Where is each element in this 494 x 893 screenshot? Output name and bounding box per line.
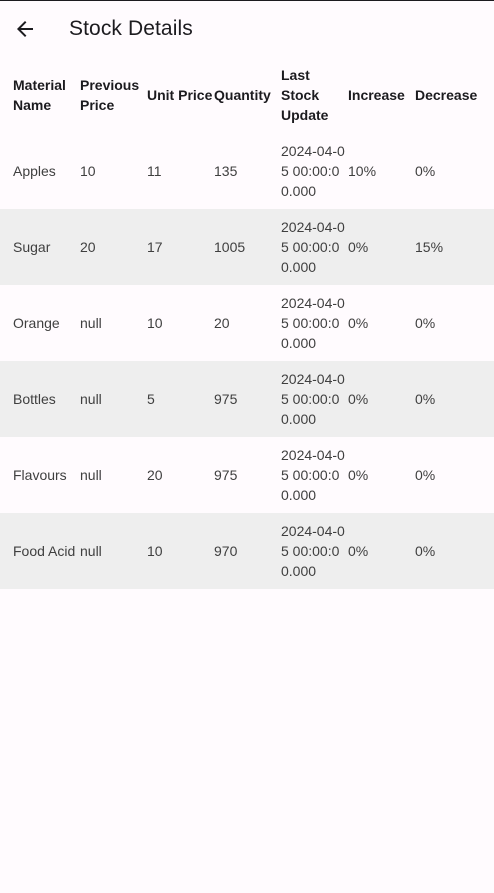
cell-previous-price: 10 [80, 163, 96, 179]
cell-last-stock-update: 2024-04-05 00:00:00.000 [281, 447, 345, 503]
cell-unit-price: 20 [147, 467, 163, 483]
cell-increase: 10% [348, 163, 377, 179]
cell-previous-price: null [80, 543, 102, 559]
cell-material-name: Flavours [13, 467, 67, 483]
column-header-last-stock-update[interactable]: Last Stock Update [281, 57, 348, 133]
cell-material-name: Orange [13, 315, 60, 331]
cell-increase: 0% [348, 543, 369, 559]
cell-increase: 0% [348, 467, 369, 483]
table-row[interactable]: Food Acid null 10 970 2024-04-05 00:00:0… [0, 513, 494, 589]
cell-previous-price: null [80, 467, 102, 483]
cell-increase: 0% [348, 315, 369, 331]
cell-last-stock-update: 2024-04-05 00:00:00.000 [281, 371, 345, 427]
back-button[interactable] [1, 5, 49, 53]
cell-material-name: Sugar [13, 239, 51, 255]
cell-unit-price: 10 [147, 543, 163, 559]
cell-last-stock-update: 2024-04-05 00:00:00.000 [281, 219, 345, 275]
cell-increase: 0% [348, 239, 369, 255]
cell-previous-price: null [80, 391, 102, 407]
app-bar: Stock Details [0, 1, 494, 57]
cell-decrease: 0% [415, 467, 436, 483]
column-header-increase[interactable]: Increase [348, 57, 415, 133]
cell-material-name: Apples [13, 163, 56, 179]
cell-quantity: 1005 [214, 239, 246, 255]
cell-unit-price: 11 [147, 163, 162, 179]
cell-unit-price: 17 [147, 239, 163, 255]
cell-previous-price: null [80, 315, 102, 331]
cell-material-name: Bottles [13, 391, 56, 407]
column-header-quantity[interactable]: Quantity [214, 57, 281, 133]
cell-quantity: 970 [214, 543, 238, 559]
cell-increase: 0% [348, 391, 369, 407]
table-row[interactable]: Apples 10 11 135 2024-04-05 00:00:00.000… [0, 133, 494, 209]
cell-quantity: 20 [214, 315, 230, 331]
arrow-back-icon [13, 17, 37, 41]
cell-last-stock-update: 2024-04-05 00:00:00.000 [281, 523, 345, 579]
column-header-material-name[interactable]: Material Name [13, 57, 80, 133]
cell-unit-price: 10 [147, 315, 163, 331]
table-row[interactable]: Orange null 10 20 2024-04-05 00:00:00.00… [0, 285, 494, 361]
cell-last-stock-update: 2024-04-05 00:00:00.000 [281, 143, 345, 199]
cell-unit-price: 5 [147, 391, 155, 407]
cell-decrease: 0% [415, 391, 436, 407]
page-title: Stock Details [69, 17, 193, 40]
table-row[interactable]: Flavours null 20 975 2024-04-05 00:00:00… [0, 437, 494, 513]
cell-decrease: 15% [415, 239, 444, 255]
cell-last-stock-update: 2024-04-05 00:00:00.000 [281, 295, 345, 351]
column-header-previous-price[interactable]: Previous Price [80, 57, 147, 133]
cell-previous-price: 20 [80, 239, 96, 255]
table-row[interactable]: Bottles null 5 975 2024-04-05 00:00:00.0… [0, 361, 494, 437]
cell-decrease: 0% [415, 163, 436, 179]
cell-quantity: 135 [214, 163, 238, 179]
table-row[interactable]: Sugar 20 17 1005 2024-04-05 00:00:00.000… [0, 209, 494, 285]
stock-table: Material Name Previous Price Unit Price … [0, 57, 494, 589]
cell-decrease: 0% [415, 543, 436, 559]
table-header-row: Material Name Previous Price Unit Price … [0, 57, 494, 133]
cell-decrease: 0% [415, 315, 436, 331]
cell-quantity: 975 [214, 391, 238, 407]
column-header-decrease[interactable]: Decrease [415, 57, 482, 133]
column-header-unit-price[interactable]: Unit Price [147, 57, 214, 133]
cell-quantity: 975 [214, 467, 238, 483]
cell-material-name: Food Acid [13, 543, 76, 559]
